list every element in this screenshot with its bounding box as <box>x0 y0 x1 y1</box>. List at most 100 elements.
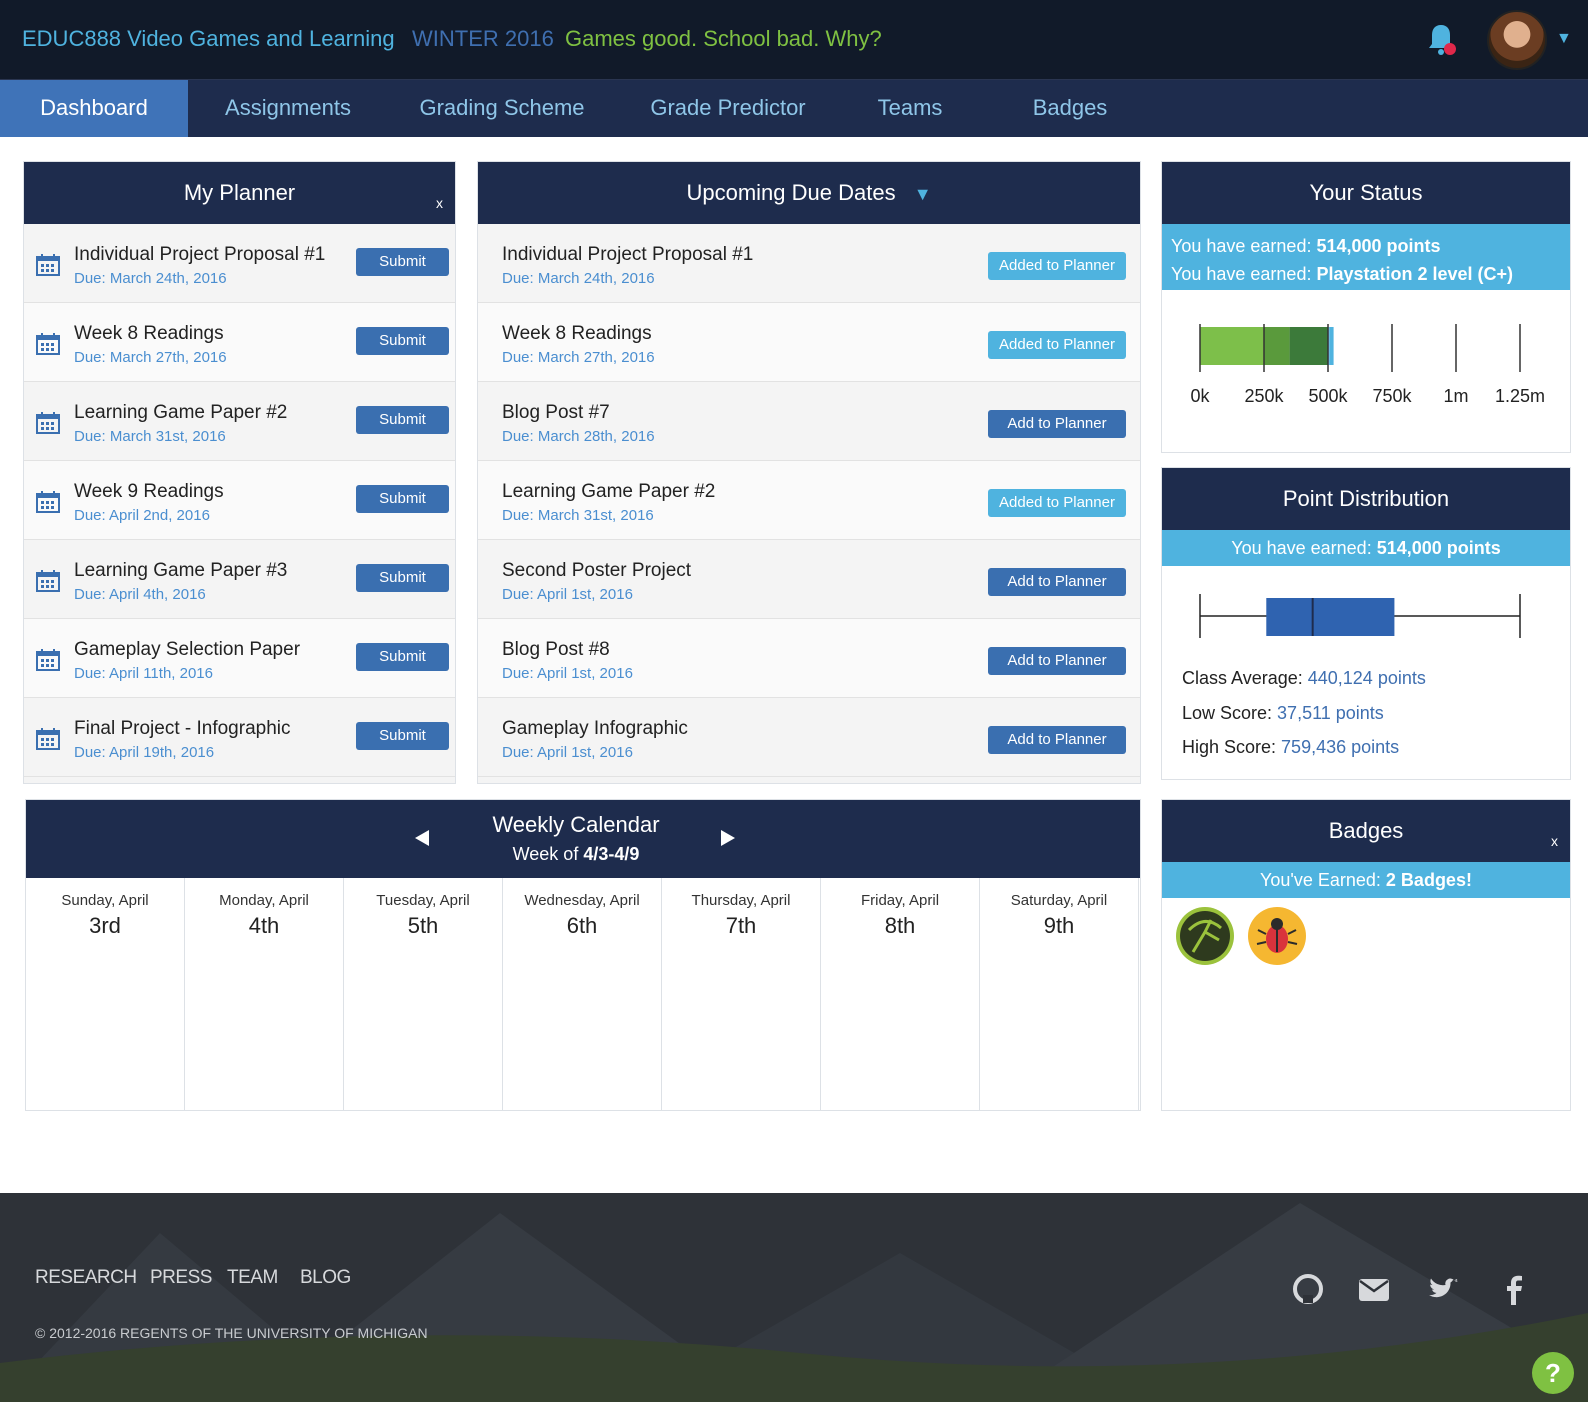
submit-button[interactable]: Submit <box>356 564 449 592</box>
upcoming-item-title[interactable]: Blog Post #7 <box>502 402 610 424</box>
upcoming-item-title[interactable]: Learning Game Paper #2 <box>502 481 715 503</box>
footer-link-team[interactable]: TEAM <box>227 1267 278 1289</box>
archer-badge-icon[interactable] <box>1175 906 1235 966</box>
course-tagline: Games good. School bad. Why? <box>565 26 882 51</box>
facebook-icon[interactable] <box>1498 1273 1530 1305</box>
calendar-day[interactable]: Wednesday, April 6th <box>503 878 662 1110</box>
tab-badges[interactable]: Badges <box>1010 80 1130 137</box>
upcoming-item-due: Due: March 31st, 2016 <box>502 507 654 524</box>
planner-item: Final Project - Infographic Due: April 19… <box>24 698 455 777</box>
user-menu-chevron-icon[interactable]: ▼ <box>1556 30 1572 48</box>
added-to-planner-button[interactable]: Added to Planner <box>988 489 1126 517</box>
calendar-day[interactable]: Tuesday, April 5th <box>344 878 503 1110</box>
previous-week-arrow-icon[interactable] <box>413 828 431 848</box>
footer-link-press[interactable]: PRESS <box>150 1267 212 1289</box>
status-points-label: You have earned: <box>1171 236 1317 256</box>
calendar-day[interactable]: Monday, April 4th <box>185 878 344 1110</box>
upcoming-item: Blog Post #7 Due: March 28th, 2016 Add to … <box>478 382 1140 461</box>
planner-item: Learning Game Paper #3 Due: April 4th, 20… <box>24 540 455 619</box>
planner-item: Learning Game Paper #2 Due: March 31st, 2… <box>24 382 455 461</box>
calendar-day[interactable]: Thursday, April 7th <box>662 878 821 1110</box>
status-axis-label: 750k <box>1372 386 1412 406</box>
upcoming-title: Upcoming Due Dates <box>686 180 896 205</box>
tab-assignments[interactable]: Assignments <box>200 80 376 137</box>
calendar-day[interactable]: Saturday, April 9th <box>980 878 1139 1110</box>
calendar-icon <box>36 254 60 276</box>
planner-item: Week 9 Readings Due: April 2nd, 2016 Submi… <box>24 461 455 540</box>
planner-title: My Planner <box>183 180 296 205</box>
upcoming-item-due: Due: March 24th, 2016 <box>502 270 655 287</box>
calendar-day[interactable]: Friday, April 8th <box>821 878 980 1110</box>
footer-copyright: © 2012-2016 REGENTS OF THE UNIVERSITY OF… <box>35 1325 428 1341</box>
upcoming-item: Week 8 Readings Due: March 27th, 2016 Adde… <box>478 303 1140 382</box>
distribution-header: Point Distribution <box>1162 468 1570 530</box>
planner-item-title[interactable]: Final Project - Infographic <box>74 718 291 740</box>
twitter-icon[interactable] <box>1428 1273 1460 1305</box>
bug-badge-icon[interactable] <box>1247 906 1307 966</box>
help-button[interactable]: ? <box>1532 1352 1574 1394</box>
upcoming-item: Individual Project Proposal #1 Due: March… <box>478 224 1140 303</box>
tab-dashboard[interactable]: Dashboard <box>0 80 188 137</box>
calendar-icon <box>36 649 60 671</box>
course-title[interactable]: EDUC888 Video Games and Learning <box>22 26 395 52</box>
add-to-planner-button[interactable]: Add to Planner <box>988 647 1126 675</box>
submit-button[interactable]: Submit <box>356 406 449 434</box>
upcoming-header[interactable]: Upcoming Due Dates ▼ <box>478 162 1140 224</box>
planner-item-title[interactable]: Learning Game Paper #2 <box>74 402 287 424</box>
distribution-banner: You have earned: 514,000 points <box>1162 530 1570 566</box>
status-level-label: You have earned: <box>1171 264 1317 284</box>
mail-icon[interactable] <box>1358 1273 1390 1305</box>
upcoming-due-dates-panel: Upcoming Due Dates ▼ Individual Project … <box>477 161 1141 784</box>
upcoming-item-title[interactable]: Second Poster Project <box>502 560 691 582</box>
submit-button[interactable]: Submit <box>356 722 449 750</box>
low-score-value: 37,511 points <box>1277 703 1384 723</box>
github-icon[interactable] <box>1292 1273 1324 1305</box>
footer-link-research[interactable]: RESEARCH <box>35 1267 137 1289</box>
planner-item-title[interactable]: Week 9 Readings <box>74 481 224 503</box>
add-to-planner-button[interactable]: Add to Planner <box>988 410 1126 438</box>
next-week-arrow-icon[interactable] <box>719 828 737 848</box>
footer-link-blog[interactable]: BLOG <box>300 1267 351 1289</box>
week-prefix: Week of <box>512 844 584 864</box>
distribution-box-plot <box>1199 594 1521 638</box>
add-to-planner-button[interactable]: Add to Planner <box>988 726 1126 754</box>
planner-item-title[interactable]: Gameplay Selection Paper <box>74 639 300 661</box>
calendar-day-name: Saturday, April <box>1010 892 1108 909</box>
top-bar: EDUC888 Video Games and Learning WINTER … <box>0 0 1588 80</box>
class-average-value: 440,124 points <box>1307 668 1426 688</box>
high-score-value: 759,436 points <box>1281 737 1400 757</box>
upcoming-item-title[interactable]: Week 8 Readings <box>502 323 652 345</box>
add-to-planner-button[interactable]: Add to Planner <box>988 568 1126 596</box>
upcoming-item-due: Due: March 28th, 2016 <box>502 428 655 445</box>
upcoming-item-title[interactable]: Blog Post #8 <box>502 639 610 661</box>
calendar-day-name: Wednesday, April <box>524 892 640 909</box>
submit-button[interactable]: Submit <box>356 485 449 513</box>
calendar-day[interactable]: Sunday, April 3rd <box>26 878 185 1110</box>
tab-teams[interactable]: Teams <box>850 80 970 137</box>
tab-grading-scheme[interactable]: Grading Scheme <box>402 80 602 137</box>
my-planner-panel: My Planner x Individual Project Proposal… <box>23 161 456 784</box>
added-to-planner-button[interactable]: Added to Planner <box>988 252 1126 280</box>
status-points-value: 514,000 points <box>1316 236 1441 256</box>
upcoming-item: Second Poster Project Due: April 1st, 201… <box>478 540 1140 619</box>
submit-button[interactable]: Submit <box>356 643 449 671</box>
tab-grade-predictor[interactable]: Grade Predictor <box>630 80 826 137</box>
submit-button[interactable]: Submit <box>356 248 449 276</box>
upcoming-item: Blog Post #8 Due: April 1st, 2016 Add to P… <box>478 619 1140 698</box>
planner-item-title[interactable]: Week 8 Readings <box>74 323 224 345</box>
planner-item-due: Due: March 27th, 2016 <box>74 349 227 366</box>
upcoming-item-title[interactable]: Gameplay Infographic <box>502 718 688 740</box>
calendar-icon <box>36 570 60 592</box>
distribution-banner-label: You have earned: <box>1231 538 1377 558</box>
calendar-week-range: Week of 4/3-4/9 <box>446 844 706 865</box>
user-avatar[interactable] <box>1487 10 1547 70</box>
planner-item-title[interactable]: Learning Game Paper #3 <box>74 560 287 582</box>
upcoming-dropdown-chevron-icon[interactable]: ▼ <box>914 184 932 204</box>
calendar-day-name: Friday, April <box>860 892 940 909</box>
added-to-planner-button[interactable]: Added to Planner <box>988 331 1126 359</box>
upcoming-item-title[interactable]: Individual Project Proposal #1 <box>502 244 753 266</box>
submit-button[interactable]: Submit <box>356 327 449 355</box>
upcoming-item-due: Due: April 1st, 2016 <box>502 665 633 682</box>
planner-item-title[interactable]: Individual Project Proposal #1 <box>74 244 325 266</box>
notification-bell-icon[interactable] <box>1426 22 1456 58</box>
